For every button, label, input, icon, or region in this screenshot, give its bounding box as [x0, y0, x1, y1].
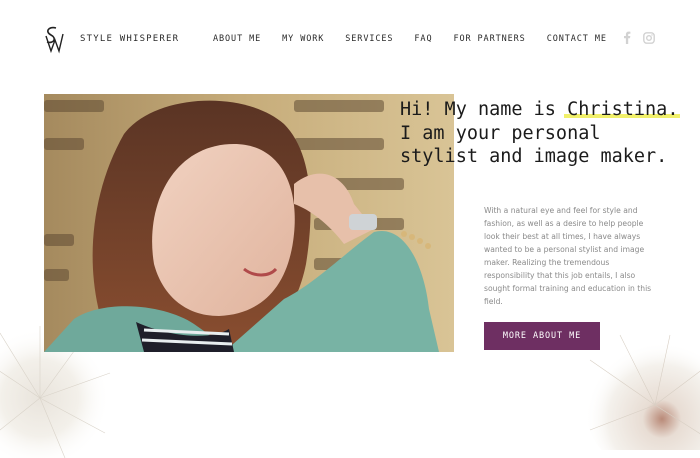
nav-my-work[interactable]: MY WORK [282, 34, 324, 44]
social-links [620, 31, 655, 44]
hero-headline: Hi! My name is Christina. I am your pers… [400, 98, 680, 169]
more-about-me-button[interactable]: MORE ABOUT ME [484, 322, 600, 350]
logo-icon[interactable] [42, 24, 64, 54]
nav-for-partners[interactable]: FOR PARTNERS [453, 34, 525, 44]
facebook-icon[interactable] [620, 31, 633, 44]
instagram-icon[interactable] [642, 31, 655, 44]
headline-intro: Hi! My name is [400, 99, 568, 120]
nav-services[interactable]: SERVICES [345, 34, 393, 44]
headline-tagline: I am your personal stylist and image mak… [400, 122, 668, 168]
hero-photo [44, 94, 454, 352]
nav-about-me[interactable]: ABOUT ME [213, 34, 261, 44]
nav-contact-me[interactable]: CONTACT ME [547, 34, 607, 44]
site-header: STYLE WHISPERER ABOUT ME MY WORK SERVICE… [0, 0, 700, 78]
intro-paragraph: With a natural eye and feel for style an… [484, 206, 652, 306]
main-nav: ABOUT ME MY WORK SERVICES FAQ FOR PARTNE… [213, 34, 628, 44]
headline-name-highlight: Christina. [567, 99, 679, 120]
nav-faq[interactable]: FAQ [414, 34, 432, 44]
brand-name[interactable]: STYLE WHISPERER [80, 34, 179, 44]
